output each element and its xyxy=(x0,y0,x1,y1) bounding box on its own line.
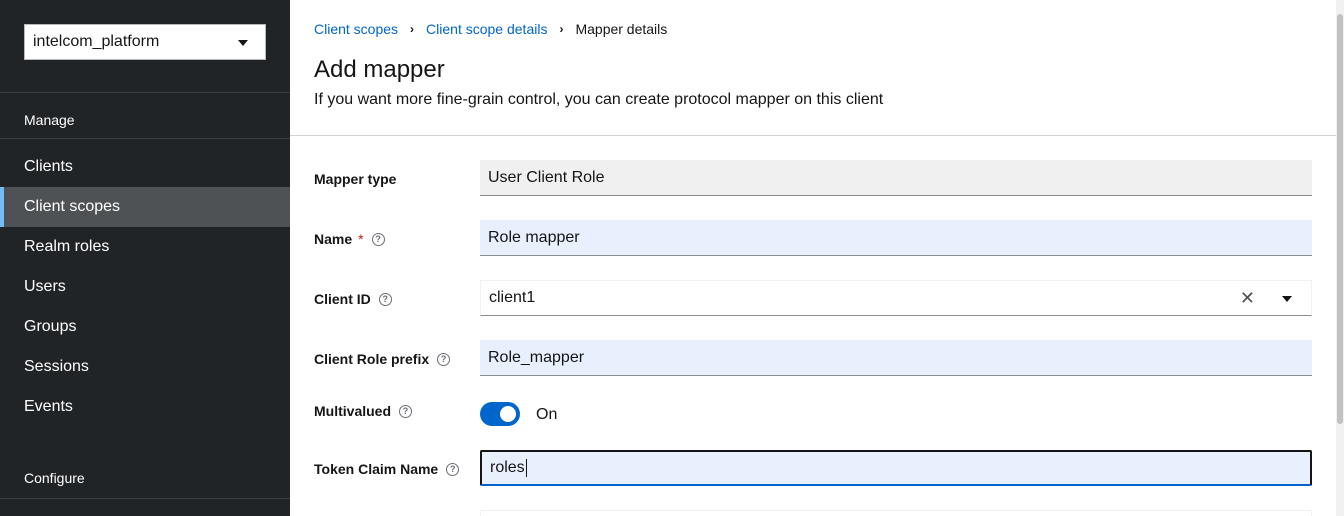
section-title-manage: Manage xyxy=(24,112,75,128)
client-role-prefix-label-text: Client Role prefix xyxy=(314,351,430,367)
caret-down-icon xyxy=(238,40,248,46)
breadcrumb-link-client-scopes[interactable]: Client scopes xyxy=(314,21,398,37)
header-divider xyxy=(290,135,1336,136)
help-icon[interactable]: ? xyxy=(371,232,385,246)
name-input-value: Role mapper xyxy=(488,228,580,246)
name-label-text: Name xyxy=(314,231,353,247)
name-input[interactable]: Role mapper xyxy=(480,220,1312,256)
token-claim-name-label: Token Claim Name ? xyxy=(314,461,460,477)
sidebar-item-label: Client scopes xyxy=(24,198,121,215)
mapper-type-field: User Client Role xyxy=(480,160,1312,196)
client-role-prefix-input[interactable]: Role_mapper xyxy=(480,340,1312,376)
section-title-configure: Configure xyxy=(24,470,85,486)
sidebar-item-label: Realm roles xyxy=(24,238,110,255)
name-label: Name * ? xyxy=(314,231,385,247)
help-icon[interactable]: ? xyxy=(399,404,413,418)
clear-icon[interactable]: ✕ xyxy=(1240,289,1255,307)
switch-knob xyxy=(500,406,516,422)
sidebar-divider xyxy=(0,92,290,93)
mapper-type-value: User Client Role xyxy=(488,169,605,186)
client-id-label: Client ID ? xyxy=(314,291,392,307)
main-content: Client scopes › Client scope details › M… xyxy=(290,0,1336,516)
realm-selector[interactable]: intelcom_platform xyxy=(24,24,266,60)
sidebar: intelcom_platform Manage Clients Client … xyxy=(0,0,290,516)
token-claim-name-input[interactable]: roles xyxy=(480,450,1312,486)
chevron-right-icon: › xyxy=(559,22,564,36)
mapper-type-label: Mapper type xyxy=(314,171,396,187)
mapper-type-label-text: Mapper type xyxy=(314,171,397,187)
multivalued-switch[interactable] xyxy=(480,402,520,426)
multivalued-label-text: Multivalued xyxy=(314,403,392,419)
next-field-partial xyxy=(480,510,1312,516)
page-description: If you want more fine-grain control, you… xyxy=(314,91,884,108)
required-mark: * xyxy=(358,231,364,247)
scrollbar-thumb[interactable] xyxy=(1337,14,1343,424)
breadcrumb-link-client-scope-details[interactable]: Client scope details xyxy=(426,21,547,37)
sidebar-item-label: Groups xyxy=(24,318,77,335)
breadcrumb-current: Mapper details xyxy=(575,21,668,37)
breadcrumb: Client scopes › Client scope details › M… xyxy=(314,21,667,37)
client-role-prefix-value: Role_mapper xyxy=(488,348,585,366)
sidebar-item-label: Users xyxy=(24,278,66,295)
sidebar-divider xyxy=(0,138,290,139)
multivalued-switch-state: On xyxy=(536,406,558,423)
sidebar-item-label: Sessions xyxy=(24,358,89,375)
token-claim-name-value: roles xyxy=(490,459,525,476)
token-claim-name-label-text: Token Claim Name xyxy=(314,461,439,477)
page-title: Add mapper xyxy=(314,56,445,83)
sidebar-item-users[interactable]: Users xyxy=(0,267,290,307)
sidebar-item-events[interactable]: Events xyxy=(0,387,290,427)
client-id-select[interactable]: client1 ✕ xyxy=(480,280,1312,316)
realm-selector-value: intelcom_platform xyxy=(33,33,160,50)
sidebar-item-groups[interactable]: Groups xyxy=(0,307,290,347)
sidebar-item-clients[interactable]: Clients xyxy=(0,147,290,187)
sidebar-divider xyxy=(0,498,290,499)
client-id-value: client1 xyxy=(489,289,536,306)
sidebar-item-label: Events xyxy=(24,398,73,415)
client-role-prefix-label: Client Role prefix ? xyxy=(314,351,451,367)
help-icon[interactable]: ? xyxy=(378,292,392,306)
caret-down-icon[interactable] xyxy=(1282,296,1292,302)
multivalued-label: Multivalued ? xyxy=(314,403,413,419)
sidebar-item-client-scopes[interactable]: Client scopes xyxy=(0,187,290,227)
text-cursor xyxy=(525,459,527,477)
sidebar-item-label: Clients xyxy=(24,158,73,175)
sidebar-item-realm-roles[interactable]: Realm roles xyxy=(0,227,290,267)
page-scrollbar[interactable] xyxy=(1336,0,1344,516)
sidebar-item-sessions[interactable]: Sessions xyxy=(0,347,290,387)
help-icon[interactable]: ? xyxy=(446,462,460,476)
client-id-label-text: Client ID xyxy=(314,291,371,307)
chevron-right-icon: › xyxy=(410,22,415,36)
help-icon[interactable]: ? xyxy=(437,352,451,366)
